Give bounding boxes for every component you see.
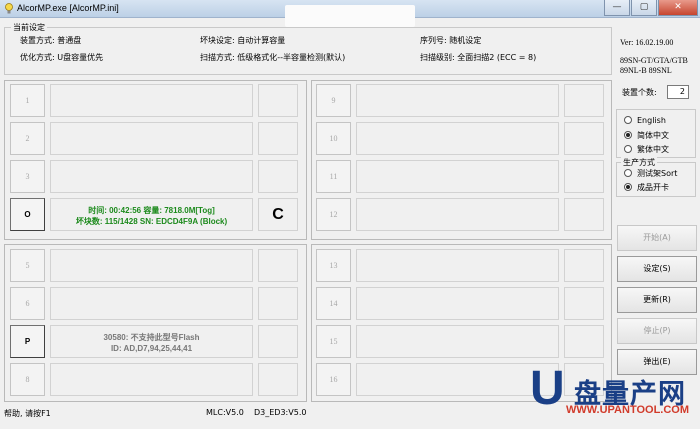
language-english-radio[interactable]	[624, 116, 632, 124]
slot-p-message-line1: 30580: 不支持此型号Flash	[103, 333, 200, 342]
language-option-english[interactable]: English	[624, 116, 666, 125]
slot-14-status	[564, 287, 604, 320]
language-english-label: English	[637, 116, 666, 125]
slot-11-field	[356, 160, 559, 193]
language-simplified-label: 简体中文	[637, 131, 669, 140]
slot-2-status	[258, 122, 298, 155]
scan-level-label: 扫描级别: 全面扫描2 (ECC = 8)	[420, 53, 537, 62]
slot-12-status	[564, 198, 604, 231]
slot-16-button[interactable]: 16	[316, 363, 351, 396]
slot-o-status: C	[258, 198, 298, 231]
slot-o-message-line2: 坏块数: 115/1428 SN: EDCD4F9A (Block)	[75, 217, 228, 226]
slot-15-button[interactable]: 15	[316, 325, 351, 358]
start-button[interactable]: 开始(A)	[617, 225, 697, 251]
production-sort-label: 测试架Sort	[637, 169, 678, 178]
slot-p-message-line2: ID: AD,D7,94,25,44,41	[110, 344, 193, 353]
slot-3-button[interactable]: 3	[10, 160, 45, 193]
language-traditional-label: 繁体中文	[637, 145, 669, 154]
slot-6-field	[50, 287, 253, 320]
production-mode-title: 生产方式	[621, 157, 657, 168]
current-settings-group: 当前设定	[4, 22, 612, 75]
slot-2-field	[50, 122, 253, 155]
slot-p-status	[258, 325, 298, 358]
language-option-simplified[interactable]: 简体中文	[624, 130, 669, 141]
window-title: AlcorMP.exe [AlcorMP.ini]	[17, 3, 119, 13]
slot-1-button[interactable]: 1	[10, 84, 45, 117]
slot-10-field	[356, 122, 559, 155]
current-settings-title: 当前设定	[11, 22, 47, 33]
slot-5-field	[50, 249, 253, 282]
slot-o-button[interactable]: O	[10, 198, 45, 231]
slot-9-status	[564, 84, 604, 117]
status-mlc-version: MLC:V5.0	[206, 408, 244, 417]
slot-5-button[interactable]: 5	[10, 249, 45, 282]
slot-9-field	[356, 84, 559, 117]
slot-3-field	[50, 160, 253, 193]
production-card-label: 成品开卡	[637, 183, 669, 192]
production-option-sort[interactable]: 测试架Sort	[624, 168, 677, 179]
refresh-button[interactable]: 更新(R)	[617, 287, 697, 313]
slot-1-field	[50, 84, 253, 117]
production-card-radio[interactable]	[624, 183, 632, 191]
slot-14-field	[356, 287, 559, 320]
slot-6-status	[258, 287, 298, 320]
slot-9-button[interactable]: 9	[316, 84, 351, 117]
app-lightbulb-icon	[5, 3, 13, 14]
slot-2-button[interactable]: 2	[10, 122, 45, 155]
watermark-url: WWW.UPANTOOL.COM	[566, 404, 690, 416]
slot-10-button[interactable]: 10	[316, 122, 351, 155]
device-count-label: 装置个数:	[622, 88, 657, 97]
settings-button[interactable]: 设定(S)	[617, 256, 697, 282]
language-option-traditional[interactable]: 繁体中文	[624, 144, 669, 155]
slot-10-status	[564, 122, 604, 155]
close-button[interactable]: ✕	[658, 0, 698, 16]
slot-15-status	[564, 325, 604, 358]
language-simplified-radio[interactable]	[624, 131, 632, 139]
slot-p-button[interactable]: P	[10, 325, 45, 358]
optimize-mode-label: 优化方式: U盘容量优先	[20, 53, 104, 62]
watermark-u-letter: U	[530, 362, 565, 415]
status-d3-version: D3_ED3:V5.0	[254, 408, 307, 417]
slot-12-field	[356, 198, 559, 231]
slot-5-status	[258, 249, 298, 282]
slot-13-field	[356, 249, 559, 282]
slot-14-button[interactable]: 14	[316, 287, 351, 320]
slot-11-button[interactable]: 11	[316, 160, 351, 193]
serial-label: 序列号: 随机设定	[420, 36, 482, 45]
device-count-field[interactable]: 2	[667, 85, 689, 99]
stop-button[interactable]: 停止(P)	[617, 318, 697, 344]
bad-block-setting-label: 坏块设定: 自动计算容量	[200, 36, 286, 45]
status-help-text: 帮助, 请按F1	[4, 409, 51, 418]
slot-1-status	[258, 84, 298, 117]
slot-11-status	[564, 160, 604, 193]
slot-8-status	[258, 363, 298, 396]
chip-support-line2: 89NL-B 89SNL	[620, 66, 672, 75]
site-watermark-logo: U 盘量产网 WWW.UPANTOOL.COM	[530, 364, 700, 426]
slot-12-button[interactable]: 12	[316, 198, 351, 231]
chip-support-line1: 89SN-GT/GTA/GTB	[620, 56, 688, 65]
slot-o-message-line1: 时间: 00:42:56 容量: 7818.0M[Tog]	[88, 206, 215, 215]
language-traditional-radio[interactable]	[624, 145, 632, 153]
version-label: Ver: 16.02.19.00	[620, 38, 674, 47]
title-bar-blank-area	[285, 5, 415, 27]
production-sort-radio[interactable]	[624, 169, 632, 177]
slot-8-field	[50, 363, 253, 396]
install-mode-label: 装置方式: 普通盘	[20, 36, 82, 45]
slot-13-button[interactable]: 13	[316, 249, 351, 282]
production-option-card[interactable]: 成品开卡	[624, 182, 669, 193]
scan-mode-label: 扫描方式: 低级格式化--半容量检测(默认)	[200, 53, 346, 62]
slot-8-button[interactable]: 8	[10, 363, 45, 396]
slot-6-button[interactable]: 6	[10, 287, 45, 320]
slot-13-status	[564, 249, 604, 282]
slot-15-field	[356, 325, 559, 358]
minimize-button[interactable]: —	[604, 0, 630, 16]
slot-16-field	[356, 363, 559, 396]
slot-3-status	[258, 160, 298, 193]
maximize-button[interactable]: ▢	[631, 0, 657, 16]
